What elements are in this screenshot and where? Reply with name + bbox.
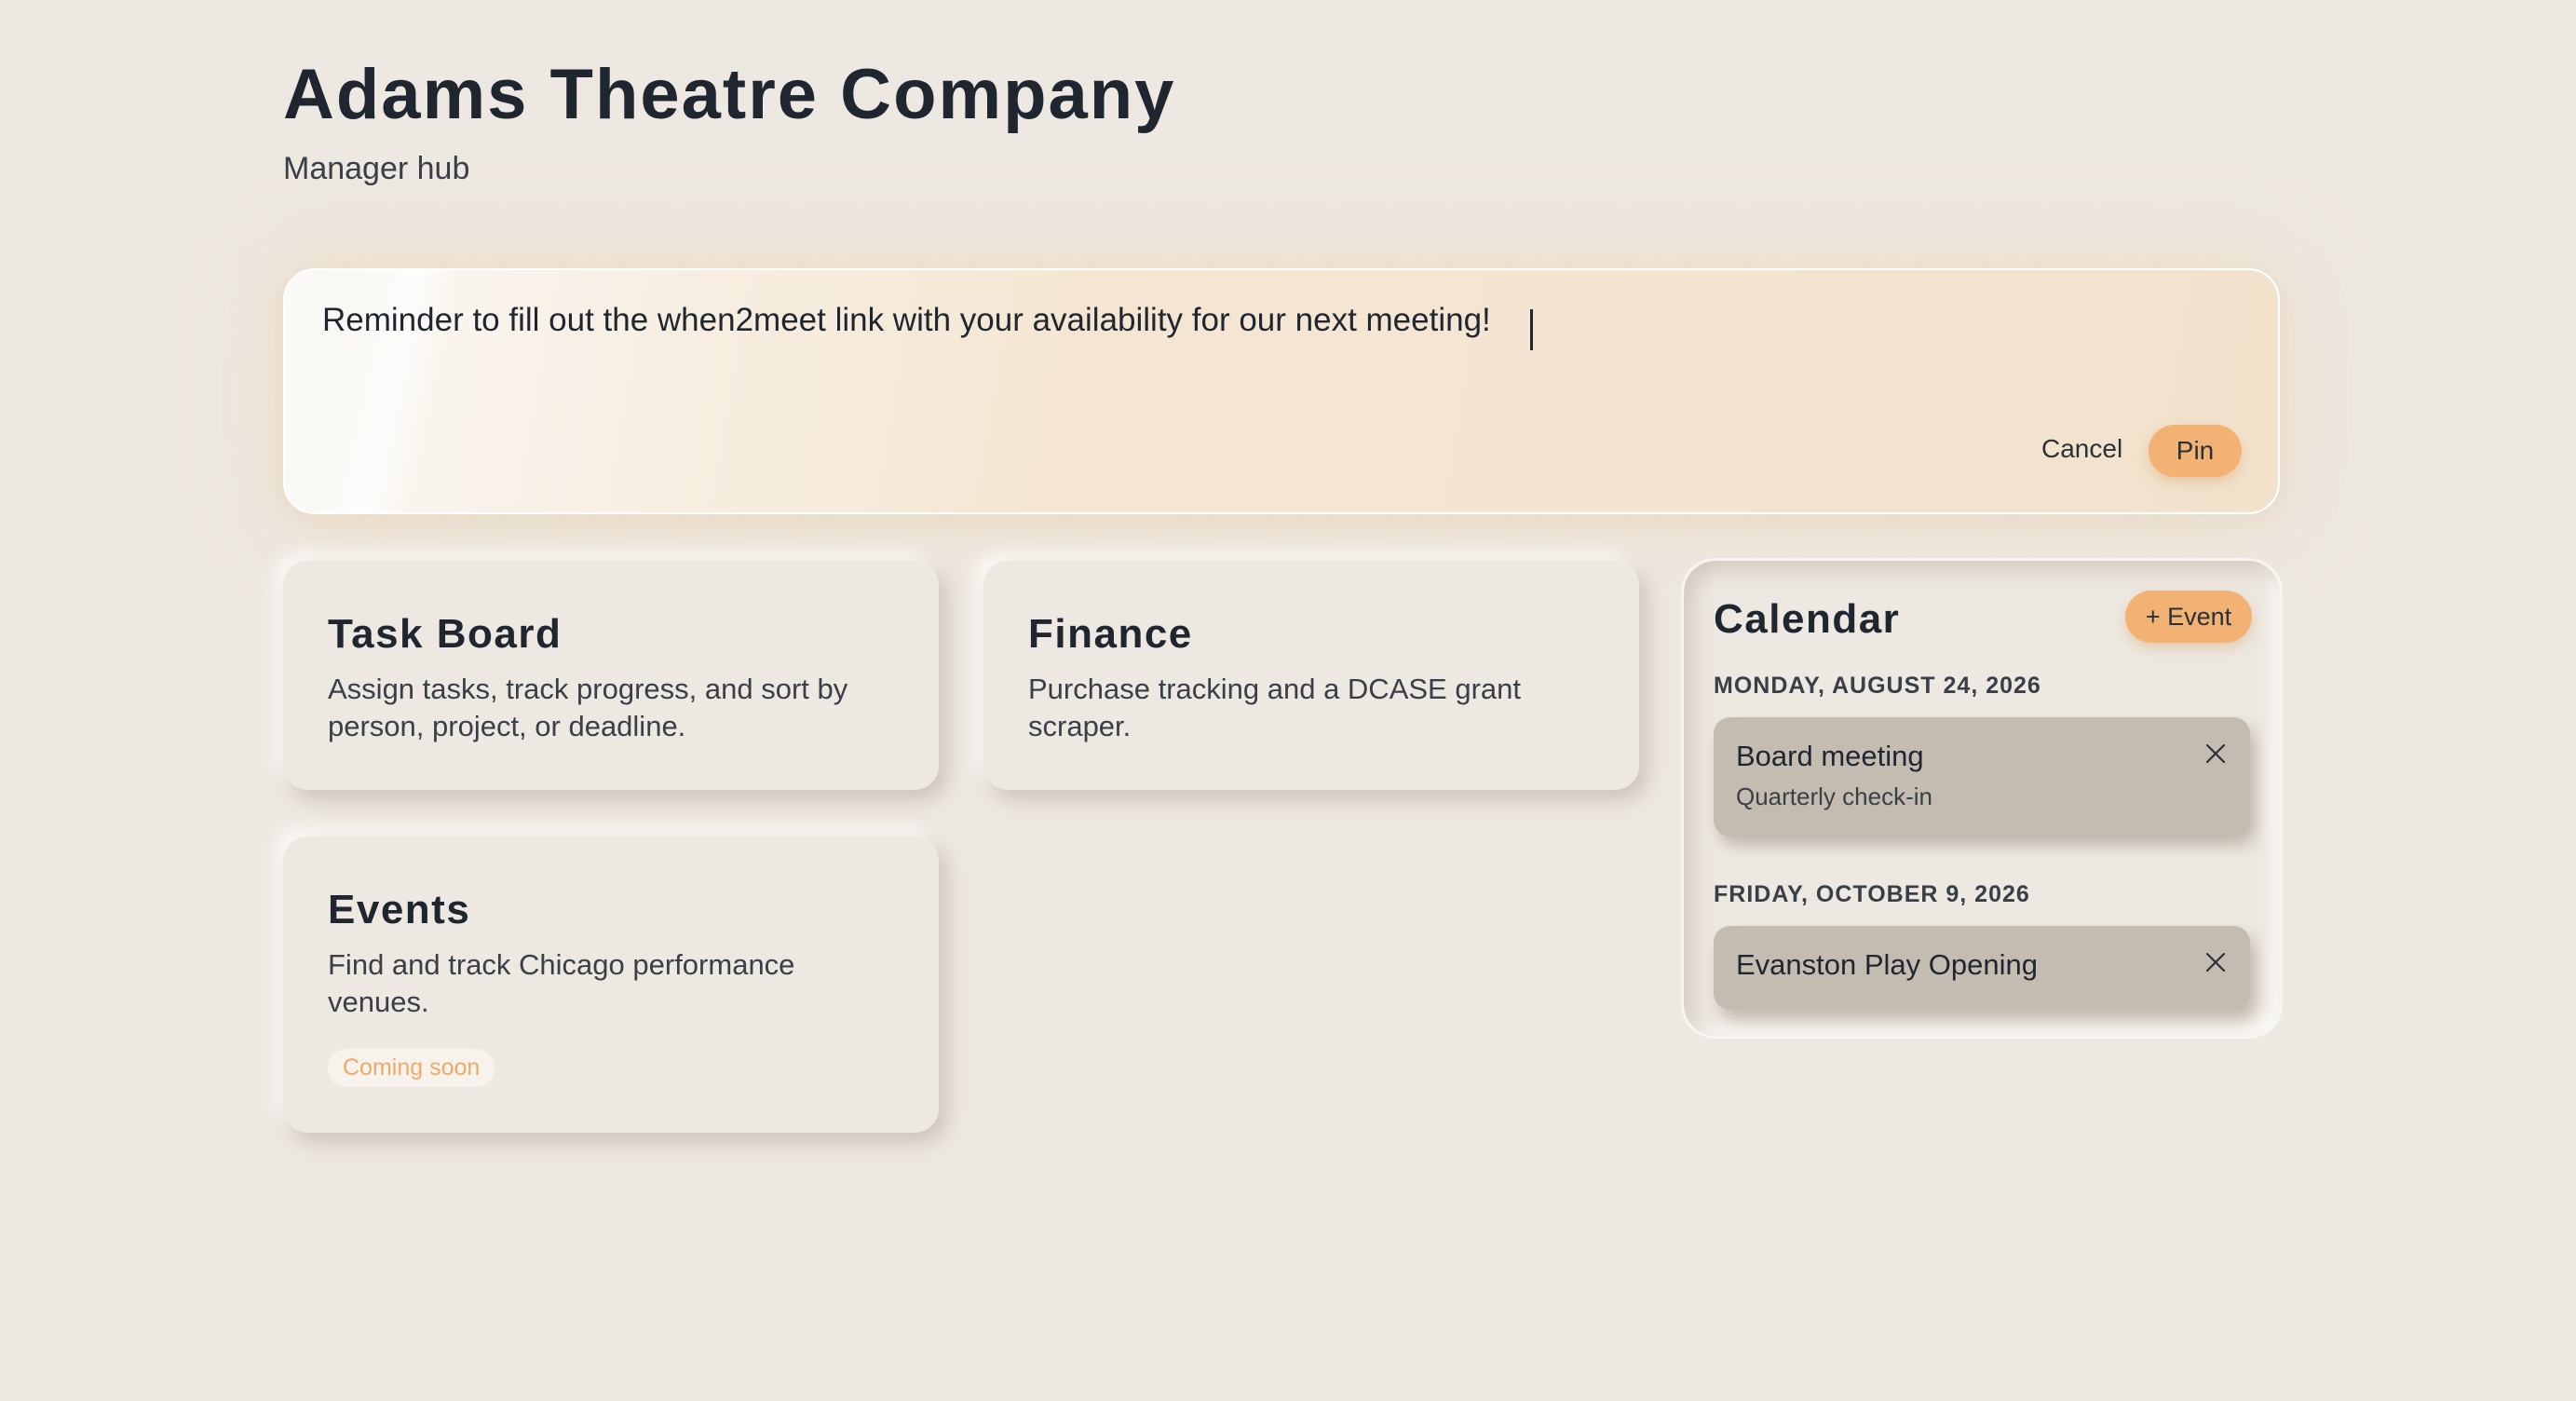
calendar-date-heading: FRIDAY, OCTOBER 9, 2026: [1714, 881, 2030, 907]
pin-button[interactable]: Pin: [2149, 425, 2242, 477]
calendar-event[interactable]: Evanston Play Opening: [1714, 926, 2250, 1010]
task-board-card[interactable]: Task Board Assign tasks, track progress,…: [283, 561, 939, 790]
finance-title: Finance: [1028, 611, 1193, 657]
finance-description: Purchase tracking and a DCASE grant scra…: [1028, 673, 1521, 742]
events-description: Find and track Chicago performance venue…: [328, 948, 795, 1018]
calendar-event[interactable]: Board meeting Quarterly check-in: [1714, 717, 2250, 837]
events-title: Events: [328, 887, 471, 932]
cancel-button[interactable]: Cancel: [2021, 423, 2143, 475]
calendar-panel: Calendar + Event MONDAY, AUGUST 24, 2026…: [1684, 561, 2280, 1036]
calendar-title: Calendar: [1714, 596, 1901, 642]
text-cursor: [1530, 309, 1533, 350]
events-card[interactable]: Events Find and track Chicago performanc…: [283, 837, 939, 1133]
page-title: Adams Theatre Company: [283, 55, 1176, 134]
page-subtitle: Manager hub: [283, 151, 470, 186]
task-board-title: Task Board: [328, 611, 563, 657]
event-title: Board meeting: [1736, 740, 1924, 772]
finance-card[interactable]: Finance Purchase tracking and a DCASE gr…: [983, 561, 1639, 790]
event-subtitle: Quarterly check-in: [1736, 782, 1932, 810]
coming-soon-badge: Coming soon: [328, 1049, 495, 1087]
close-icon[interactable]: [2202, 740, 2230, 768]
close-icon[interactable]: [2202, 948, 2230, 976]
add-event-button[interactable]: + Event: [2125, 591, 2252, 643]
pin-composer: Reminder to fill out the when2meet link …: [283, 268, 2280, 514]
event-title: Evanston Play Opening: [1736, 948, 2038, 981]
pin-note-input[interactable]: Reminder to fill out the when2meet link …: [322, 296, 2241, 427]
calendar-date-heading: MONDAY, AUGUST 24, 2026: [1714, 673, 2041, 699]
task-board-description: Assign tasks, track progress, and sort b…: [328, 673, 848, 742]
